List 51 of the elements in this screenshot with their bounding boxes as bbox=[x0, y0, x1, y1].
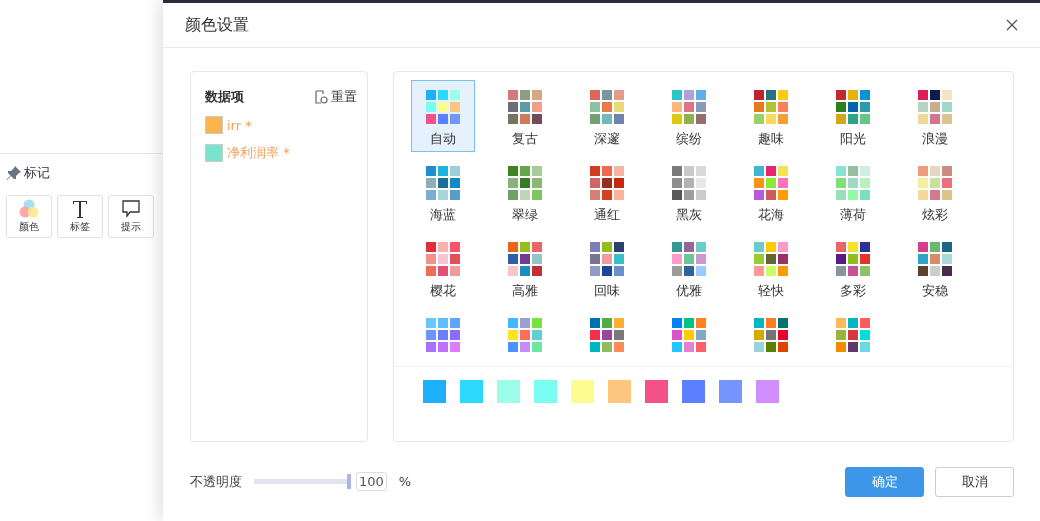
section-title: 标记 bbox=[24, 164, 50, 182]
opacity-input[interactable]: 100 bbox=[356, 472, 387, 491]
palette-option[interactable]: 炫彩 bbox=[903, 156, 967, 228]
color-swatch[interactable] bbox=[534, 380, 557, 403]
tool-button[interactable]: 提示 bbox=[108, 195, 154, 238]
palette-option[interactable]: 趣味 bbox=[739, 80, 803, 152]
palette-option[interactable]: 回味 bbox=[575, 232, 639, 304]
unit-label: % bbox=[398, 474, 412, 489]
tool-button[interactable]: 标签 bbox=[57, 195, 103, 238]
dialog-title: 颜色设置 bbox=[185, 14, 249, 36]
tool-button[interactable]: 颜色 bbox=[6, 195, 52, 238]
palette-option[interactable]: 缤纷 bbox=[657, 80, 721, 152]
panel-title: 数据项 bbox=[205, 88, 244, 106]
color-swatch[interactable] bbox=[497, 380, 520, 403]
palette-option[interactable]: 浪漫 bbox=[903, 80, 967, 152]
color-swatch[interactable] bbox=[423, 380, 446, 403]
close-icon[interactable] bbox=[1006, 19, 1018, 31]
opacity-label: 不透明度 bbox=[190, 472, 242, 491]
color-swatch[interactable] bbox=[608, 380, 631, 403]
palette-option[interactable]: 安稳 bbox=[903, 232, 967, 304]
speech-bubble-icon bbox=[121, 199, 141, 219]
color-swatch[interactable] bbox=[645, 380, 668, 403]
reset-button[interactable]: 重置 bbox=[315, 88, 357, 106]
color-swatch[interactable] bbox=[682, 380, 705, 403]
palette-option[interactable]: 花海 bbox=[739, 156, 803, 228]
reset-icon bbox=[315, 90, 328, 104]
palette-option[interactable]: 深邃 bbox=[575, 80, 639, 152]
palette-option[interactable]: 阳光 bbox=[821, 80, 885, 152]
color-swatch[interactable] bbox=[571, 380, 594, 403]
palette-option[interactable]: 多彩 bbox=[821, 232, 885, 304]
color-swatch[interactable] bbox=[756, 380, 779, 403]
color-swatch[interactable] bbox=[205, 144, 223, 162]
palette-option[interactable]: 翠绿 bbox=[493, 156, 557, 228]
color-swatch[interactable] bbox=[205, 116, 223, 134]
palette-option[interactable]: 自动 bbox=[411, 80, 475, 152]
palette-option[interactable]: 樱花 bbox=[411, 232, 475, 304]
palette-option[interactable]: 复古 bbox=[493, 80, 557, 152]
palette-option[interactable]: 海蓝 bbox=[411, 156, 475, 228]
palette-option[interactable]: 轻快 bbox=[739, 232, 803, 304]
pin-icon bbox=[6, 165, 22, 181]
color-swatch[interactable] bbox=[460, 380, 483, 403]
palette-option[interactable]: 优雅 bbox=[657, 232, 721, 304]
text-t-icon bbox=[71, 199, 89, 219]
palette-option[interactable]: 通红 bbox=[575, 156, 639, 228]
palette-option[interactable]: 薄荷 bbox=[821, 156, 885, 228]
cancel-button[interactable]: 取消 bbox=[935, 466, 1014, 497]
slider-thumb[interactable] bbox=[347, 474, 351, 489]
palette-option[interactable]: 高雅 bbox=[493, 232, 557, 304]
color-swatch[interactable] bbox=[719, 380, 742, 403]
palette-option[interactable]: 黑灰 bbox=[657, 156, 721, 228]
color-circles-icon bbox=[18, 199, 40, 219]
